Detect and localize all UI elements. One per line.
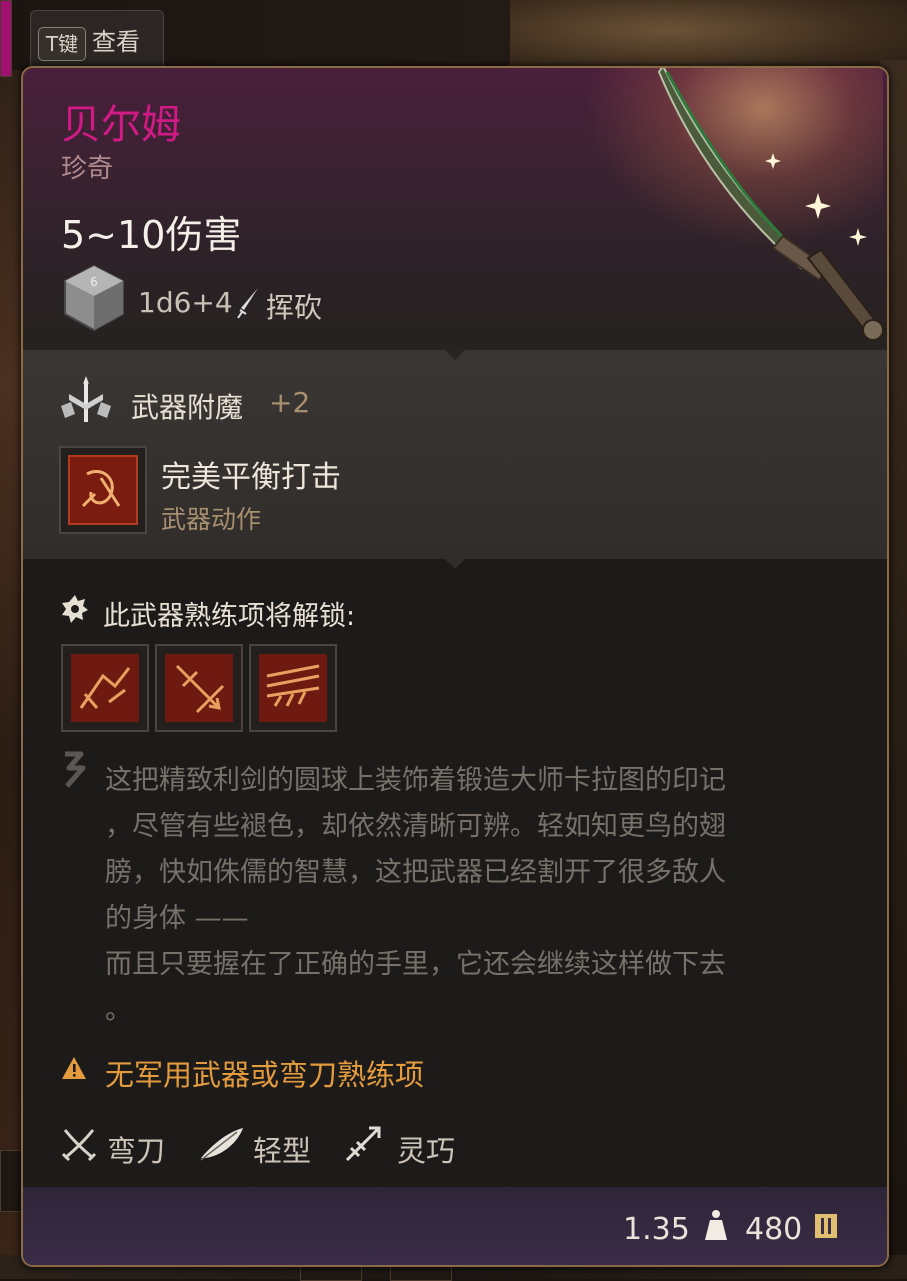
pierce-action-icon: [165, 654, 233, 722]
proficiency-action-slot[interactable]: [61, 644, 149, 732]
proficiency-icon: [62, 595, 88, 623]
weight-icon: [705, 1210, 727, 1240]
tag-label: 弯刀: [107, 1134, 166, 1168]
slashing-icon: [237, 288, 258, 319]
action-type: 武器动作: [161, 505, 262, 534]
feather-icon: [200, 1128, 243, 1161]
section-divider: [445, 350, 465, 360]
tooltip-enchant-section: [23, 350, 887, 559]
tag-label: 轻型: [253, 1134, 312, 1168]
item-weight: 1.35: [623, 1212, 690, 1247]
description-line: ，尽管有些褪色，却依然清晰可辨。轻如知更鸟的翅: [105, 811, 726, 842]
description-line: 。: [105, 995, 132, 1026]
enchant-icon: [61, 376, 111, 422]
warning-icon: [62, 1057, 86, 1079]
background-scene-top: [510, 0, 907, 75]
weapon-image: [657, 68, 884, 341]
enchant-label: 武器附魔: [131, 391, 244, 424]
examine-hint-label: 查看: [92, 28, 140, 56]
scimitar-icon: [61, 1129, 97, 1162]
item-tooltip: 贝尔姆 珍奇 5~10伤害 6 1d6+4 挥砍 武器附魔 +2 完美平衡打击 …: [21, 66, 889, 1267]
proficiency-action-slot[interactable]: [155, 644, 243, 732]
item-rarity: 珍奇: [61, 154, 114, 184]
slash-action-icon: [71, 654, 139, 722]
tag-label: 灵巧: [397, 1134, 456, 1168]
dice-value: 1d6+4: [138, 286, 233, 319]
proficiency-title: 此武器熟练项将解锁:: [103, 601, 356, 632]
dice-icon: 6: [64, 264, 124, 332]
description-line: 的身体 ——: [105, 903, 249, 934]
description-line: 这把精致利剑的圆球上装饰着锻造大师卡拉图的印记: [105, 765, 726, 796]
item-description: 这把精致利剑的圆球上装饰着锻造大师卡拉图的印记 ，尽管有些褪色，却依然清晰可辨。…: [105, 758, 857, 1034]
cleave-action-icon: [259, 654, 327, 722]
damage-type: 挥砍: [266, 291, 323, 324]
svg-text:6: 6: [90, 275, 98, 289]
item-price: 480: [745, 1212, 803, 1247]
item-damage: 5~10伤害: [61, 213, 242, 257]
gold-coin-icon: [815, 1214, 837, 1238]
proficiency-warning: 无军用武器或弯刀熟练项: [105, 1058, 425, 1092]
inventory-slot[interactable]: [0, 0, 12, 77]
description-line: 而且只要握在了正确的手里，它还会继续这样做下去: [105, 949, 726, 980]
proficiency-action-slot[interactable]: [249, 644, 337, 732]
quote-icon: [65, 751, 86, 788]
weapon-action-icon[interactable]: [59, 446, 147, 534]
keybind-t: T键: [38, 27, 86, 61]
section-divider: [445, 559, 465, 569]
action-name: 完美平衡打击: [161, 460, 341, 495]
finesse-icon: [345, 1126, 381, 1162]
item-name: 贝尔姆: [61, 102, 181, 148]
description-line: 膀，快如侏儒的智慧，这把武器已经割开了很多敌人: [105, 857, 726, 888]
enchant-bonus: +2: [269, 386, 311, 419]
inventory-slot[interactable]: [0, 1150, 22, 1212]
